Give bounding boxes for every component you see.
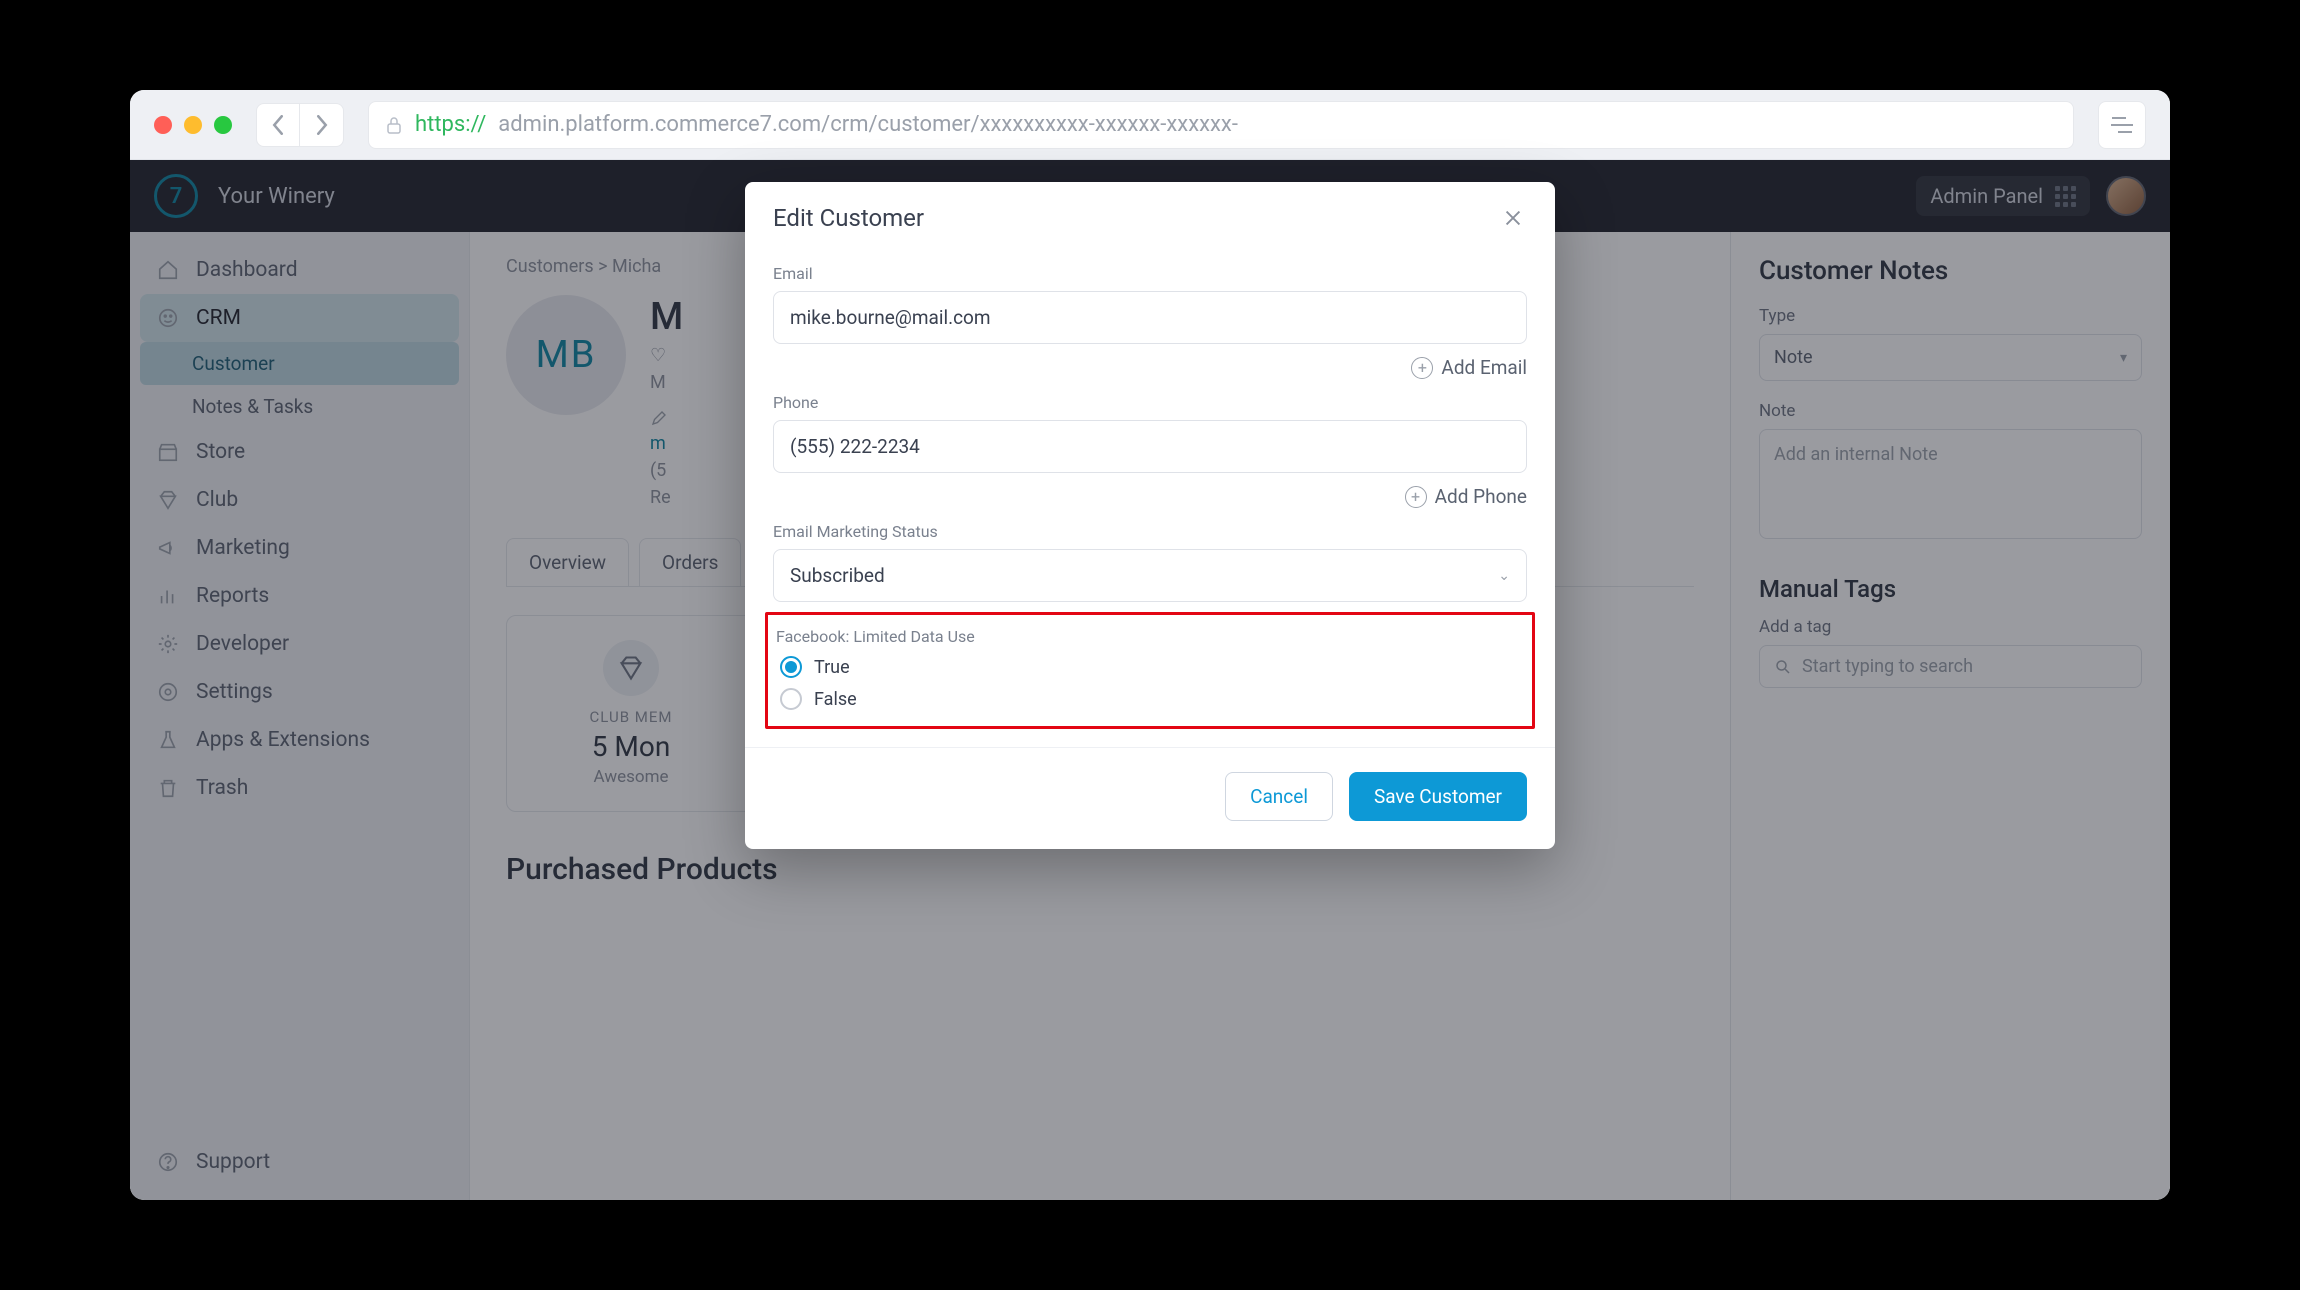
forward-button[interactable] xyxy=(300,103,344,147)
ldu-label: Facebook: Limited Data Use xyxy=(776,627,1524,646)
ems-label: Email Marketing Status xyxy=(773,522,1527,541)
browser-chrome: https:// admin.platform.commerce7.com/crm… xyxy=(130,90,2170,160)
modal-scrim[interactable]: Edit Customer Email + Add Email Phone + … xyxy=(130,160,2170,1200)
add-email-button[interactable]: + Add Email xyxy=(773,356,1527,379)
radio-true-row[interactable]: True xyxy=(776,656,1524,678)
facebook-ldu-highlight: Facebook: Limited Data Use True False xyxy=(765,612,1535,729)
edit-customer-modal: Edit Customer Email + Add Email Phone + … xyxy=(745,182,1555,849)
plus-circle-icon: + xyxy=(1411,357,1433,379)
browser-settings-icon[interactable] xyxy=(2098,101,2146,149)
save-customer-button[interactable]: Save Customer xyxy=(1349,772,1527,821)
traffic-lights xyxy=(154,116,232,134)
ems-select[interactable]: Subscribed ⌄ xyxy=(773,549,1527,602)
back-button[interactable] xyxy=(256,103,300,147)
url-bar[interactable]: https:// admin.platform.commerce7.com/crm… xyxy=(368,101,2074,149)
url-scheme: https:// xyxy=(415,112,486,137)
url-path: admin.platform.commerce7.com/crm/custome… xyxy=(498,112,1238,137)
phone-label: Phone xyxy=(773,393,1527,412)
email-input[interactable] xyxy=(773,291,1527,344)
close-icon[interactable] xyxy=(1499,204,1527,232)
radio-true[interactable] xyxy=(780,656,802,678)
cancel-button[interactable]: Cancel xyxy=(1225,772,1333,821)
window-close-icon[interactable] xyxy=(154,116,172,134)
radio-false-row[interactable]: False xyxy=(776,688,1524,710)
app-window: https:// admin.platform.commerce7.com/crm… xyxy=(130,90,2170,1200)
add-phone-button[interactable]: + Add Phone xyxy=(773,485,1527,508)
radio-false[interactable] xyxy=(780,688,802,710)
email-label: Email xyxy=(773,264,1527,283)
nav-buttons xyxy=(256,103,344,147)
phone-input[interactable] xyxy=(773,420,1527,473)
chevron-down-icon: ⌄ xyxy=(1498,568,1510,584)
lock-icon xyxy=(385,115,403,135)
modal-title: Edit Customer xyxy=(773,204,924,232)
window-zoom-icon[interactable] xyxy=(214,116,232,134)
plus-circle-icon: + xyxy=(1405,486,1427,508)
window-minimize-icon[interactable] xyxy=(184,116,202,134)
